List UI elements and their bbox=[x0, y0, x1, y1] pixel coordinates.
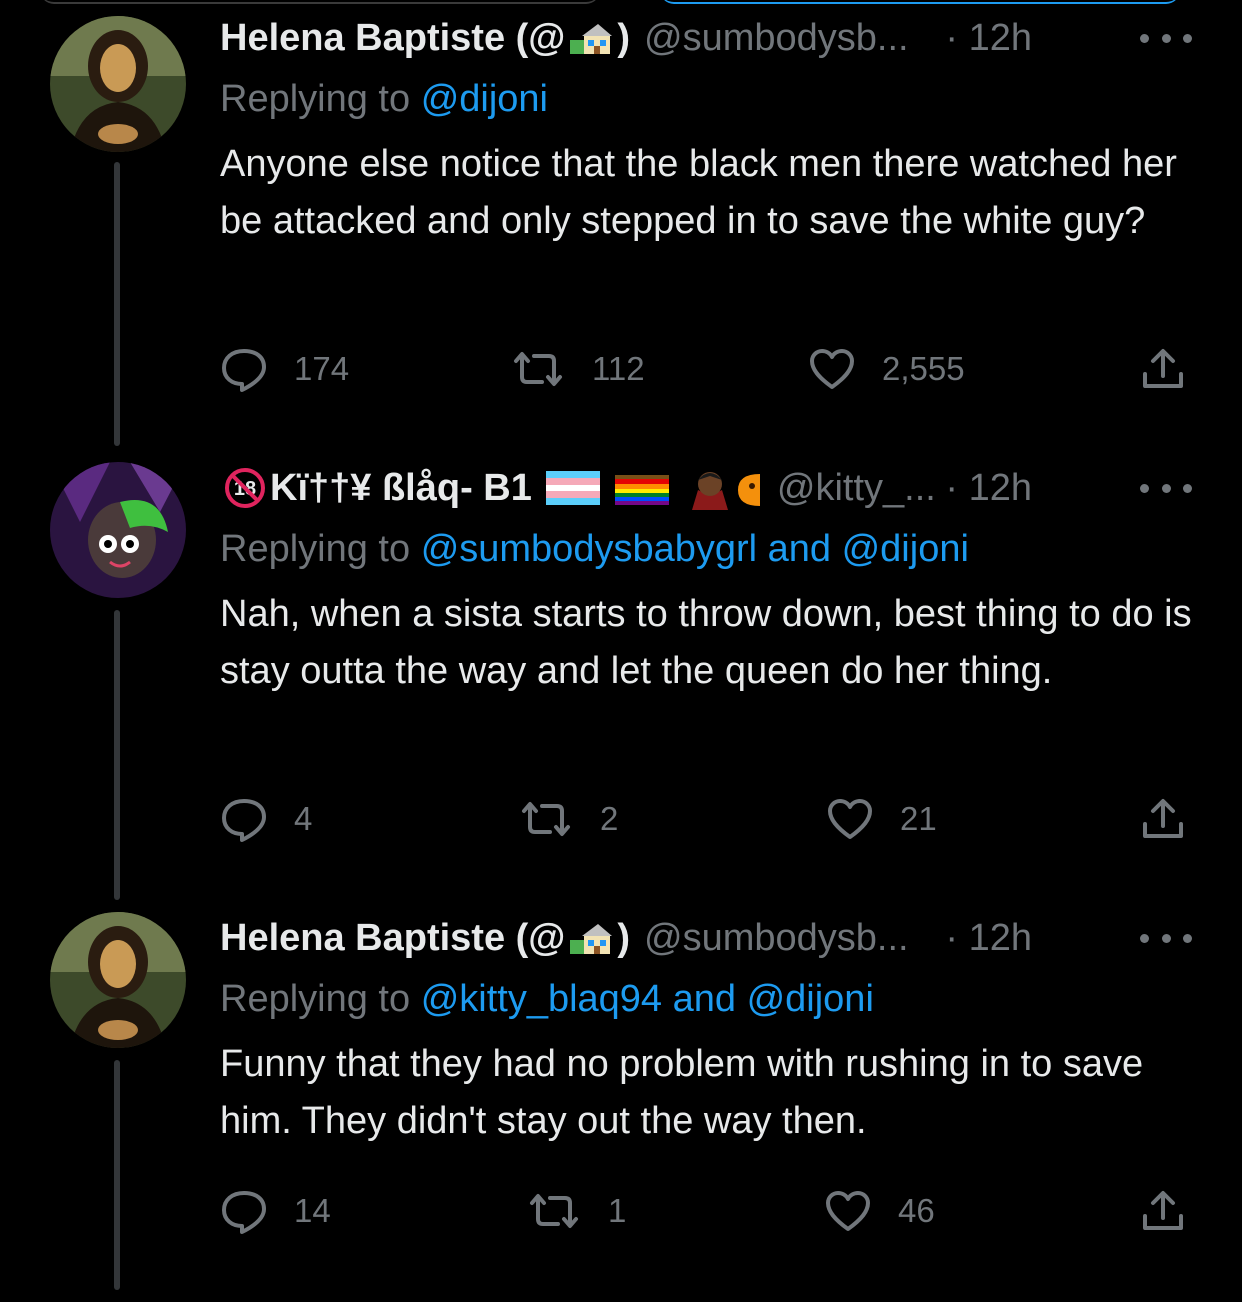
rainbow-flag-icon bbox=[614, 471, 669, 505]
handle[interactable]: @sumbodysb... bbox=[644, 17, 909, 60]
tab-indicator-left bbox=[40, 0, 600, 4]
thread-line bbox=[114, 1060, 120, 1290]
tweet-header: Helena Baptiste (@ ) @sumbodysb... · 12h bbox=[220, 10, 1192, 66]
handle[interactable]: @kitty_... bbox=[777, 467, 936, 510]
house-emoji-icon bbox=[568, 920, 614, 956]
top-tab-bar bbox=[0, 0, 1242, 6]
more-icon[interactable] bbox=[1140, 918, 1192, 958]
display-name-text: Helena Baptiste (@ bbox=[220, 16, 566, 59]
reply-button[interactable]: 14 bbox=[220, 1186, 331, 1236]
display-name-text: Kï††¥ ßlåq- B1 bbox=[270, 466, 532, 509]
timestamp[interactable]: · 12h bbox=[945, 917, 1032, 960]
house-emoji-icon bbox=[568, 20, 614, 56]
transgender-flag-icon bbox=[545, 471, 600, 505]
reply-icon bbox=[222, 799, 266, 842]
avatar[interactable] bbox=[50, 462, 186, 598]
timestamp[interactable]: · 12h bbox=[945, 17, 1032, 60]
display-name-suffix: ) bbox=[617, 16, 631, 59]
share-button[interactable] bbox=[1140, 1186, 1186, 1236]
tweet-header: 18 Kï††¥ ßlåq- B1 bbox=[220, 460, 1192, 516]
vampire-emoji-icon bbox=[688, 466, 732, 510]
reply-count: 14 bbox=[294, 1192, 331, 1229]
replying-to: Replying to @kitty_blaq94 and @dijoni bbox=[220, 978, 874, 1021]
replying-prefix: Replying to bbox=[220, 528, 411, 570]
tweet-text: Anyone else notice that the black men th… bbox=[220, 143, 1177, 242]
replying-to: Replying to @sumbodysbabygrl and @dijoni bbox=[220, 528, 969, 571]
like-count: 2,555 bbox=[882, 350, 965, 387]
more-icon[interactable] bbox=[1140, 18, 1192, 58]
replying-mentions[interactable]: @kitty_blaq94 and @dijoni bbox=[421, 978, 874, 1020]
like-button[interactable]: 2,555 bbox=[808, 344, 965, 394]
retweet-button[interactable]: 1 bbox=[526, 1186, 626, 1236]
thread-line bbox=[114, 162, 120, 446]
retweet-icon bbox=[522, 802, 570, 836]
retweet-count: 112 bbox=[592, 350, 645, 387]
tweet-text: Funny that they had no problem with rush… bbox=[220, 1043, 1144, 1142]
tweet-text: Nah, when a sista starts to throw down, … bbox=[220, 593, 1192, 692]
reply-count: 4 bbox=[294, 800, 313, 837]
like-button[interactable]: 21 bbox=[826, 794, 937, 844]
reply-count: 174 bbox=[294, 350, 350, 387]
retweet-button[interactable]: 2 bbox=[518, 794, 618, 844]
display-name[interactable]: 18 Kï††¥ ßlåq- B1 bbox=[220, 466, 763, 510]
timestamp[interactable]: · 12h bbox=[945, 467, 1032, 510]
handle[interactable]: @sumbodysb... bbox=[644, 917, 909, 960]
display-name-suffix: ) bbox=[617, 916, 631, 959]
display-name[interactable]: Helena Baptiste (@ ) bbox=[220, 917, 630, 960]
replying-to: Replying to @dijoni bbox=[220, 78, 548, 121]
display-name-text: Helena Baptiste (@ bbox=[220, 916, 566, 959]
avatar[interactable] bbox=[50, 912, 186, 1048]
more-icon[interactable] bbox=[1140, 468, 1192, 508]
share-button[interactable] bbox=[1140, 344, 1186, 394]
like-count: 46 bbox=[898, 1192, 935, 1229]
retweet-button[interactable]: 112 bbox=[510, 344, 645, 394]
replying-prefix: Replying to bbox=[220, 978, 411, 1020]
heart-icon bbox=[828, 799, 872, 839]
heart-icon bbox=[826, 1191, 870, 1231]
share-icon bbox=[1143, 1191, 1183, 1230]
replying-mentions[interactable]: @dijoni bbox=[421, 78, 548, 120]
reply-icon bbox=[222, 1191, 266, 1234]
action-bar: 4 2 21 bbox=[220, 794, 1190, 844]
pumpkin-emoji-icon bbox=[737, 466, 760, 510]
thread-line bbox=[114, 610, 120, 900]
replying-prefix: Replying to bbox=[220, 78, 411, 120]
replying-mentions[interactable]: @sumbodysbabygrl and @dijoni bbox=[421, 528, 969, 570]
retweet-count: 2 bbox=[600, 800, 619, 837]
share-icon bbox=[1143, 349, 1183, 388]
reply-icon bbox=[222, 349, 266, 392]
like-button[interactable]: 46 bbox=[824, 1186, 935, 1236]
tweet-header: Helena Baptiste (@ ) @sumbodysb... · 12h bbox=[220, 910, 1192, 966]
retweet-count: 1 bbox=[608, 1192, 627, 1229]
like-count: 21 bbox=[900, 800, 937, 837]
action-bar: 14 1 46 bbox=[220, 1186, 1190, 1236]
heart-icon bbox=[810, 349, 854, 389]
reply-button[interactable]: 4 bbox=[220, 794, 312, 844]
share-icon bbox=[1143, 799, 1183, 838]
no-under-18-icon: 18 bbox=[223, 466, 267, 510]
avatar[interactable] bbox=[50, 16, 186, 152]
reply-button[interactable]: 174 bbox=[220, 344, 349, 394]
retweet-icon bbox=[530, 1194, 578, 1228]
display-name[interactable]: Helena Baptiste (@ ) bbox=[220, 17, 630, 60]
tab-indicator-right bbox=[660, 0, 1180, 4]
share-button[interactable] bbox=[1140, 794, 1186, 844]
action-bar: 174 112 2,555 bbox=[220, 344, 1190, 394]
retweet-icon bbox=[514, 352, 562, 386]
